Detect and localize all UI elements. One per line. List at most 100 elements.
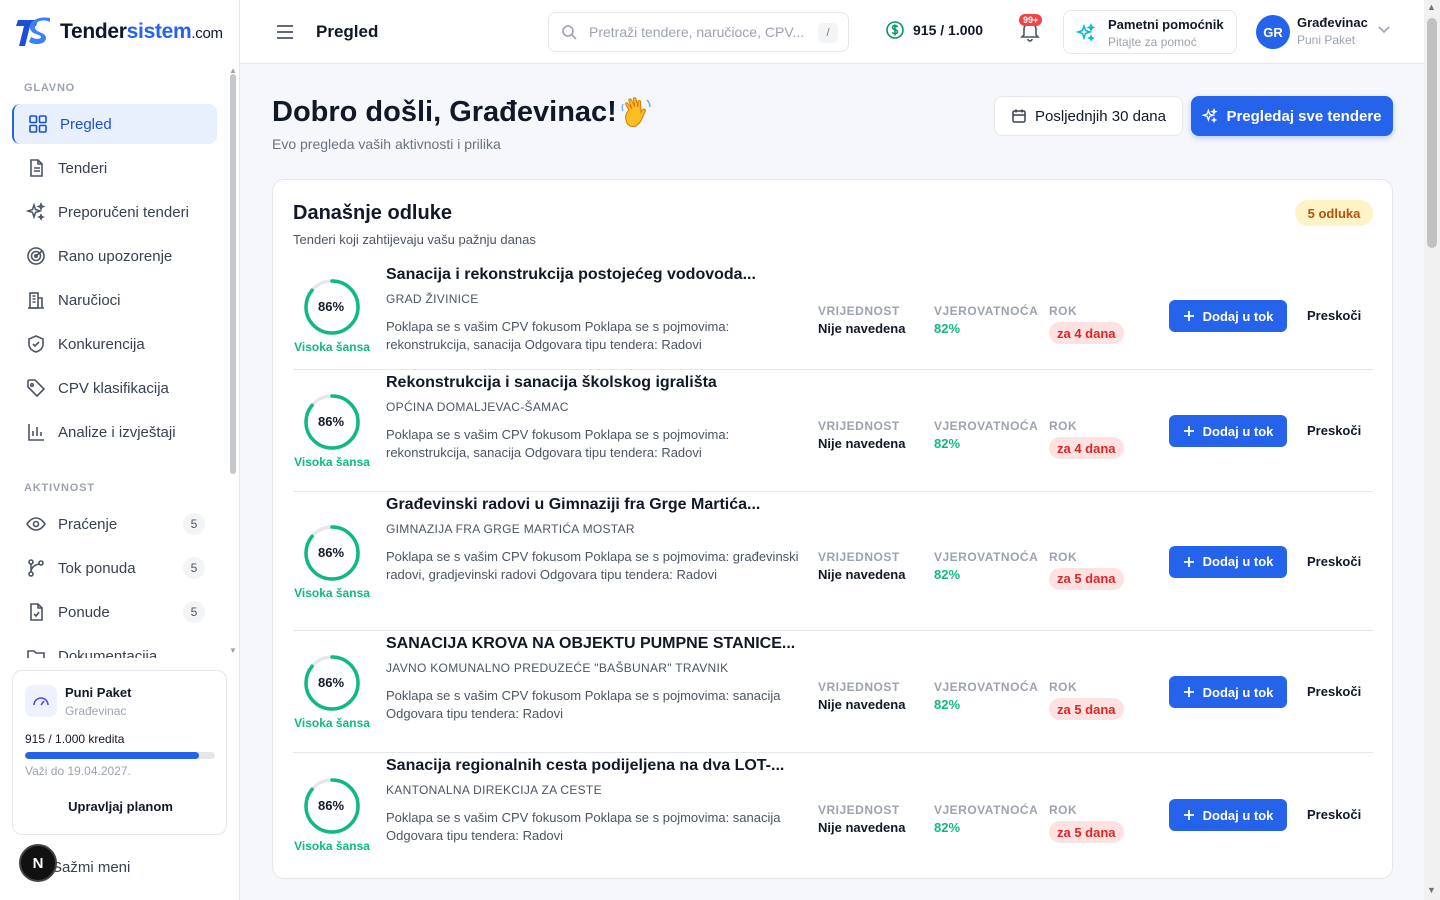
tender-title[interactable]: Građevinski radovi u Gimnaziji fra Grge … [386, 496, 806, 514]
plan-card: Puni Paket Građevinac 915 / 1.000 kredit… [12, 670, 227, 835]
chevron-down-icon[interactable] [1378, 26, 1390, 34]
add-label: Dodaj u tok [1202, 554, 1274, 569]
probability-label: VJEROVATNOĆA [934, 304, 1039, 318]
add-to-pipeline-button[interactable]: Dodaj u tok [1169, 799, 1287, 831]
eye-icon [26, 517, 46, 531]
sidebar-item-narucioci[interactable]: Naručioci [12, 280, 217, 320]
plan-valid-until: Važi do 19.04.2027. [25, 764, 131, 778]
page-title: Pregled [316, 22, 379, 41]
value-amount: Nije navedena [818, 321, 906, 336]
tender-title[interactable]: Rekonstrukcija i sanacija školskog igral… [386, 374, 806, 392]
count-badge: 5 [183, 557, 205, 579]
assistant-title: Pametni pomoćnik [1108, 17, 1224, 32]
value-label: VRIJEDNOST [818, 680, 900, 694]
sidebar-item-label: Rano upozorenje [58, 247, 173, 265]
plus-icon [1183, 687, 1194, 697]
value-amount: Nije navedena [818, 820, 906, 835]
add-label: Dodaj u tok [1202, 308, 1274, 324]
welcome-subtitle: Evo pregleda vaših aktivnosti i prilika [272, 136, 501, 152]
search-icon [562, 25, 577, 40]
tender-match-reason: Poklapa se s vašim CPV fokusom Poklapa s… [386, 427, 730, 460]
search-input[interactable] [589, 24, 809, 40]
sidebar-scroll-down-icon[interactable]: ▼ [229, 646, 237, 655]
sidebar-item-pracenje[interactable]: Praćenje 5 [12, 504, 217, 544]
tender-title[interactable]: SANACIJA KROVA NA OBJEKTU PUMPNE STANICE… [386, 635, 806, 653]
file-check-icon [30, 603, 43, 621]
sidebar-item-cpv[interactable]: CPV klasifikacija [12, 368, 217, 408]
sidebar-item-konkurencija[interactable]: Konkurencija [12, 324, 217, 364]
tender-buyer: GRAD ŽIVINICE [386, 292, 479, 306]
search-box: / [548, 12, 849, 52]
logo[interactable]: Tendersistem.com [0, 0, 239, 64]
add-label: Dodaj u tok [1202, 423, 1274, 439]
value-label: VRIJEDNOST [818, 304, 900, 318]
deadline-label: ROK [1049, 549, 1078, 564]
skip-button[interactable]: Preskoči [1307, 423, 1361, 438]
sidebar-item-tenderi[interactable]: Tenderi [12, 148, 217, 188]
sparkles-icon [1076, 23, 1096, 42]
score-label: Visoka šansa [294, 585, 370, 600]
score-label: Visoka šansa [294, 716, 370, 730]
main-scrollbar[interactable]: ▲ ▼ [1424, 0, 1440, 900]
add-to-pipeline-button[interactable]: Dodaj u tok [1169, 415, 1287, 447]
decision-row: 86% Visoka šansa SANACIJA KROVA NA OBJEK… [293, 631, 1373, 753]
view-all-tenders-button[interactable]: Pregledaj sve tendere [1191, 96, 1393, 136]
skip-button[interactable]: Preskoči [1307, 807, 1361, 822]
shield-icon [28, 335, 44, 353]
tender-match-reason: Poklapa se s vašim CPV fokusom Poklapa s… [386, 549, 799, 582]
sidebar-item-ponude[interactable]: Ponude 5 [12, 592, 217, 632]
card-title: Današnje odluke [293, 202, 452, 224]
n-badge-button[interactable]: N [19, 844, 57, 882]
add-to-pipeline-button[interactable]: Dodaj u tok [1169, 545, 1287, 578]
probability-value: 82% [934, 436, 961, 451]
skip-button[interactable]: Preskoči [1307, 308, 1361, 323]
avatar[interactable]: GR [1256, 15, 1290, 49]
sidebar-item-tok-ponuda[interactable]: Tok ponuda 5 [12, 548, 217, 588]
sidebar-scrollbar[interactable] [230, 74, 236, 474]
logo-text: Tendersistem.com [60, 20, 223, 43]
tender-buyer: OPĆINA DOMALJEVAC-ŠAMAC [386, 400, 569, 414]
probability-label: VJEROVATNOĆA [934, 549, 1039, 564]
tender-buyer: KANTONALNA DIREKCIJA ZA CESTE [386, 783, 602, 797]
period-selector-button[interactable]: Posljednjih 30 dana [994, 96, 1183, 136]
score-percent: 86% [317, 798, 345, 813]
deadline-label: ROK [1049, 803, 1078, 817]
sidebar-item-pregled[interactable]: Pregled [12, 104, 217, 144]
user-plan: Puni Paket [1297, 33, 1356, 47]
sidebar-item-preporuceni[interactable]: Preporučeni tenderi [12, 192, 217, 232]
smart-assistant-button[interactable]: Pametni pomoćnik Pitajte za pomoć [1063, 10, 1237, 54]
value-amount: Nije navedena [818, 697, 906, 712]
assistant-subtitle: Pitajte za pomoć [1108, 35, 1197, 49]
plan-name: Puni Paket [65, 685, 132, 700]
score-percent: 86% [317, 544, 345, 560]
probability-value: 82% [934, 321, 961, 336]
sidebar-item-analize[interactable]: Analize i izvještaji [12, 412, 217, 452]
scroll-down-icon[interactable]: ▼ [1427, 885, 1436, 895]
main-scrollbar-thumb[interactable] [1427, 18, 1437, 248]
manage-plan-button[interactable]: Upravljaj planom [13, 799, 228, 814]
sidebar-item-rano-upozorenje[interactable]: Rano upozorenje [12, 236, 217, 276]
decision-row: 86% Visoka šansa Sanacija i rekonstrukci… [293, 262, 1373, 370]
sidebar-item-dokumentacija[interactable]: Dokumentacija [12, 636, 217, 658]
skip-button[interactable]: Preskoči [1307, 684, 1361, 699]
add-to-pipeline-button[interactable]: Dodaj u tok [1169, 300, 1287, 332]
tender-title[interactable]: Sanacija i rekonstrukcija postojećeg vod… [386, 266, 806, 284]
credits-indicator[interactable]: 915 / 1.000 [885, 20, 983, 40]
count-badge: 5 [183, 601, 205, 623]
scroll-up-icon[interactable]: ▲ [1427, 2, 1436, 12]
user-name[interactable]: Građevinac [1297, 15, 1368, 30]
view-all-label: Pregledaj sve tendere [1226, 107, 1382, 125]
probability-label: VJEROVATNOĆA [934, 419, 1039, 433]
card-subtitle: Tenderi koji zahtijevaju vašu pažnju dan… [293, 232, 536, 247]
collapse-menu-button[interactable]: Sažmi meni [52, 859, 130, 876]
value-label: VRIJEDNOST [818, 549, 900, 564]
value-amount: Nije navedena [818, 566, 906, 582]
skip-button[interactable]: Preskoči [1307, 554, 1361, 569]
add-to-pipeline-button[interactable]: Dodaj u tok [1169, 676, 1287, 708]
add-label: Dodaj u tok [1202, 807, 1274, 823]
radar-icon [27, 247, 45, 265]
hamburger-menu-icon[interactable] [276, 24, 294, 40]
probability-value: 82% [934, 820, 961, 835]
section-label-activity: AKTIVNOST [24, 482, 95, 494]
tender-title[interactable]: Sanacija regionalnih cesta podijeljena n… [386, 757, 806, 775]
